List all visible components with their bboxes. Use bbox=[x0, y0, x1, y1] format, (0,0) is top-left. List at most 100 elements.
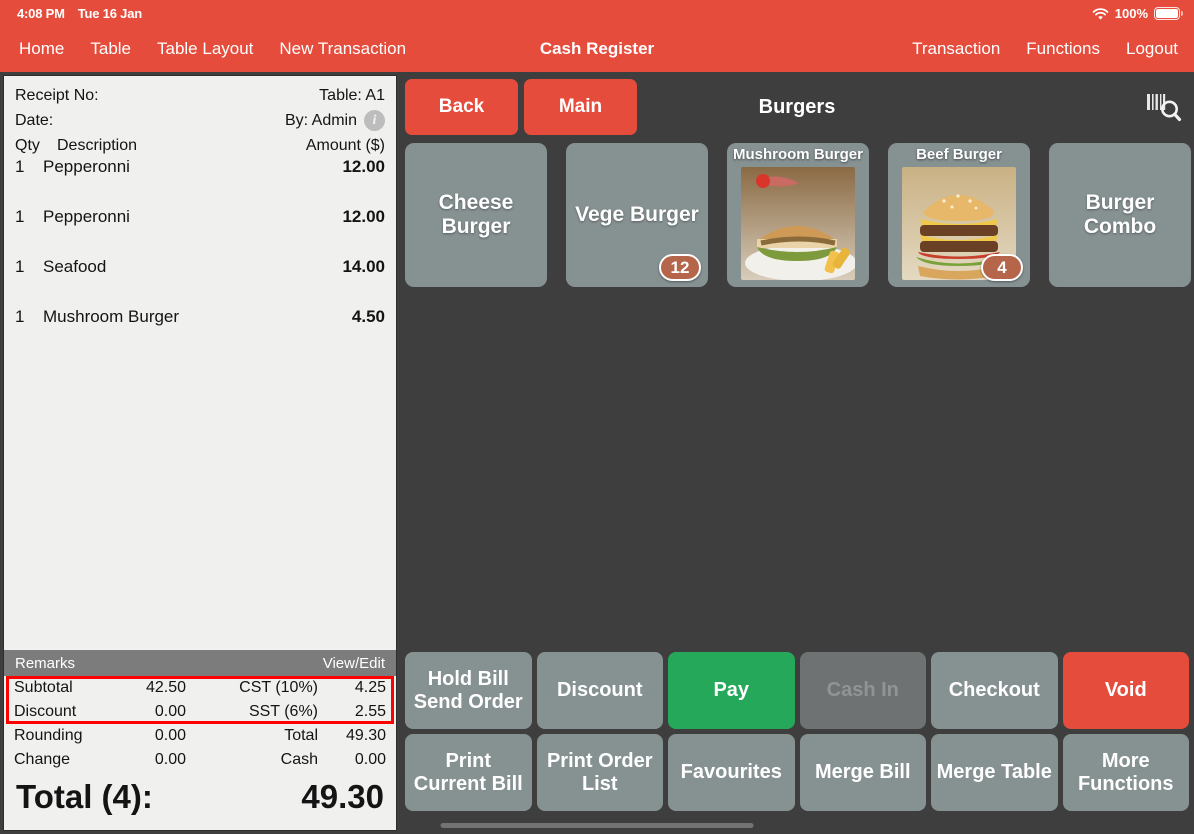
hold-bill-send-order-button[interactable]: Hold Bill Send Order bbox=[405, 652, 532, 729]
barcode-search-icon[interactable] bbox=[1144, 90, 1184, 126]
info-icon[interactable]: i bbox=[364, 110, 385, 131]
receipt-no-label: Receipt No: bbox=[15, 87, 99, 104]
receipt-item-row[interactable]: 1 Mushroom Burger 4.50 bbox=[15, 307, 385, 357]
more-functions-button[interactable]: More Functions bbox=[1062, 734, 1189, 811]
battery-percent-label: 100% bbox=[1114, 5, 1148, 21]
product-quantity-badge: 4 bbox=[981, 254, 1023, 281]
remarks-view-edit-link[interactable]: View/Edit bbox=[323, 655, 385, 672]
pos-app-screen: 4:08 PM Tue 16 Jan 100% Cash Register Ho… bbox=[0, 0, 1194, 834]
action-button-label: Discount bbox=[556, 679, 643, 702]
action-button-label: Hold Bill Send Order bbox=[413, 668, 523, 713]
totals-row: Rounding 0.00 Total 49.30 bbox=[14, 724, 386, 748]
receipt-no-row: Receipt No: Table: A1 bbox=[15, 83, 385, 108]
receipt-item-qty: 1 bbox=[15, 257, 25, 276]
nav-transaction[interactable]: Transaction bbox=[912, 39, 1000, 59]
action-button-label: Checkout bbox=[948, 679, 1040, 702]
nav-logout[interactable]: Logout bbox=[1126, 39, 1178, 59]
nav-functions[interactable]: Functions bbox=[1026, 39, 1100, 59]
product-tile-label: Beef Burger bbox=[916, 146, 1002, 163]
receipt-item-qty: 1 bbox=[15, 307, 25, 326]
pay-button[interactable]: Pay bbox=[668, 652, 795, 729]
product-tile-image bbox=[741, 167, 855, 280]
totals-label-left: Rounding bbox=[14, 727, 83, 744]
remarks-label: Remarks bbox=[15, 654, 76, 672]
totals-value-right: 49.30 bbox=[345, 727, 386, 744]
totals-value-left: 42.50 bbox=[145, 679, 186, 696]
receipt-column-headers: Qty Description Amount ($) bbox=[4, 133, 396, 157]
action-button-label: Merge Bill bbox=[814, 761, 911, 784]
main-button[interactable]: Main bbox=[524, 79, 637, 135]
nav-table-layout[interactable]: Table Layout bbox=[157, 39, 253, 59]
receipt-item-description: Pepperonni bbox=[43, 157, 130, 176]
checkout-button[interactable]: Checkout bbox=[931, 652, 1058, 729]
column-header-description: Description bbox=[57, 137, 138, 154]
receipt-by-group: By: Admin i bbox=[285, 108, 385, 133]
nav-right-group: Transaction Functions Logout bbox=[912, 26, 1178, 72]
product-grid: Cheese Burger Vege Burger 12 Mushroom Burge… bbox=[400, 143, 1194, 287]
receipt-item-amount: 4.50 bbox=[351, 307, 385, 326]
favourites-button[interactable]: Favourites bbox=[668, 734, 795, 811]
home-indicator bbox=[440, 823, 754, 828]
receipt-item-qty: 1 bbox=[15, 207, 25, 226]
product-tile[interactable]: Mushroom Burger bbox=[727, 143, 869, 287]
totals-label-right: CST (10%) bbox=[239, 679, 318, 696]
cash-in-button: Cash In bbox=[799, 652, 926, 729]
print-current-bill-button[interactable]: Print Current Bill bbox=[405, 734, 532, 811]
product-tile-label: Mushroom Burger bbox=[732, 146, 863, 163]
merge-bill-button[interactable]: Merge Bill bbox=[799, 734, 926, 811]
nav-left-group: Home Table Table Layout New Transaction bbox=[19, 26, 406, 72]
wifi-icon bbox=[1092, 7, 1109, 21]
product-tile[interactable]: Vege Burger 12 bbox=[566, 143, 708, 287]
totals-value-right: 4.25 bbox=[354, 679, 386, 696]
product-tile-label: Vege Burger bbox=[575, 202, 699, 226]
receipt-item-row[interactable]: 1 Pepperonni 12.00 bbox=[15, 157, 385, 207]
action-button-label: Print Order List bbox=[546, 750, 653, 795]
action-button-label: Pay bbox=[713, 679, 750, 702]
discount-button[interactable]: Discount bbox=[536, 652, 663, 729]
remarks-bar[interactable]: Remarks View/Edit bbox=[4, 650, 396, 676]
product-tile-label: Burger Combo bbox=[1083, 190, 1157, 238]
back-button[interactable]: Back bbox=[405, 79, 518, 135]
nav-new-transaction[interactable]: New Transaction bbox=[279, 39, 406, 59]
category-toolbar: Burgers Back Main bbox=[400, 76, 1194, 138]
action-button-label: Merge Table bbox=[936, 761, 1052, 784]
grand-total-value: 49.30 bbox=[301, 778, 384, 815]
totals-value-right: 2.55 bbox=[354, 703, 386, 720]
receipt-item-row[interactable]: 1 Pepperonni 12.00 bbox=[15, 207, 385, 257]
totals-label-right: Total bbox=[284, 727, 318, 744]
receipt-item-amount: 14.00 bbox=[342, 257, 385, 276]
action-row-1: Hold Bill Send Order Discount Pay Cash In Ch… bbox=[400, 652, 1194, 729]
nav-home[interactable]: Home bbox=[19, 39, 64, 59]
product-tile[interactable]: Cheese Burger bbox=[405, 143, 547, 287]
action-button-label: Favourites bbox=[680, 761, 782, 784]
void-button[interactable]: Void bbox=[1062, 652, 1189, 729]
totals-label-left: Discount bbox=[14, 703, 77, 720]
receipt-item-amount: 12.00 bbox=[342, 157, 385, 176]
column-header-amount: Amount ($) bbox=[305, 137, 385, 154]
action-button-label: More Functions bbox=[1077, 750, 1174, 795]
category-title: Burgers bbox=[758, 95, 836, 118]
nav-table[interactable]: Table bbox=[90, 39, 131, 59]
action-button-label: Void bbox=[1104, 679, 1147, 702]
totals-value-left: 0.00 bbox=[154, 703, 186, 720]
totals-row: Subtotal 42.50 CST (10%) 4.25 bbox=[14, 676, 386, 700]
print-order-list-button[interactable]: Print Order List bbox=[536, 734, 663, 811]
merge-table-button[interactable]: Merge Table bbox=[931, 734, 1058, 811]
receipt-date-label: Date: bbox=[15, 112, 54, 129]
receipt-item-description: Pepperonni bbox=[43, 207, 130, 226]
product-tile[interactable]: Beef Burger 4 bbox=[888, 143, 1030, 287]
action-button-area: Hold Bill Send Order Discount Pay Cash In Ch… bbox=[400, 652, 1194, 816]
totals-row: Change 0.00 Cash 0.00 bbox=[14, 748, 386, 772]
receipt-by-label: By: Admin bbox=[284, 112, 357, 129]
totals-value-left: 0.00 bbox=[154, 751, 186, 768]
receipt-date-row: Date: By: Admin i bbox=[15, 108, 385, 133]
product-tile[interactable]: Burger Combo bbox=[1049, 143, 1191, 287]
status-bar-right-group: 100% bbox=[1092, 5, 1183, 21]
status-bar: 4:08 PM Tue 16 Jan 100% bbox=[0, 0, 1194, 26]
receipt-table-label: Table: A1 bbox=[319, 87, 385, 104]
totals-label-left: Change bbox=[14, 751, 71, 768]
totals-label-left: Subtotal bbox=[14, 679, 73, 696]
action-button-label: Cash In bbox=[826, 679, 899, 702]
receipt-item-row[interactable]: 1 Seafood 14.00 bbox=[15, 257, 385, 307]
totals-value-left: 0.00 bbox=[154, 727, 186, 744]
